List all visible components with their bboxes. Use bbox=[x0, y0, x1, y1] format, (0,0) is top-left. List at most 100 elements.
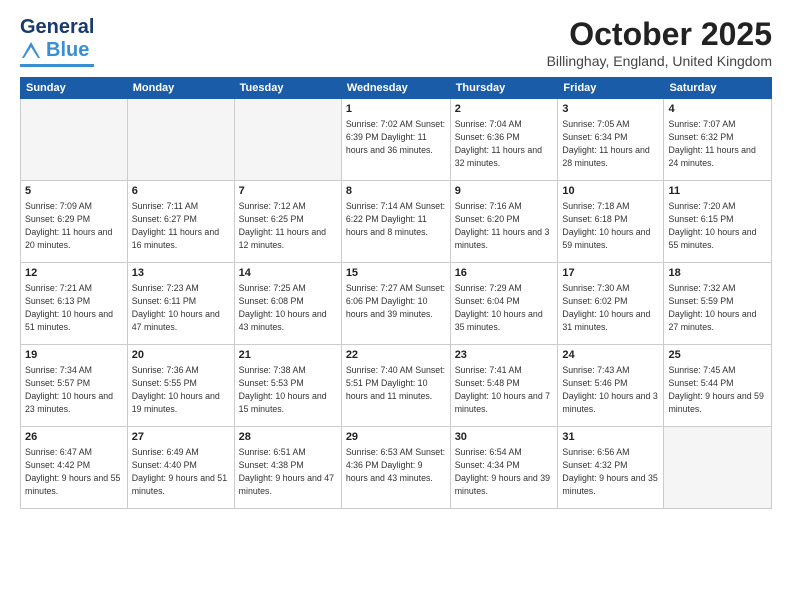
day-info: Sunrise: 7:38 AM Sunset: 5:53 PM Dayligh… bbox=[239, 364, 337, 415]
day-number: 8 bbox=[346, 184, 446, 199]
day-info: Sunrise: 7:36 AM Sunset: 5:55 PM Dayligh… bbox=[132, 364, 230, 415]
calendar-cell: 31Sunrise: 6:56 AM Sunset: 4:32 PM Dayli… bbox=[558, 427, 664, 509]
day-info: Sunrise: 7:07 AM Sunset: 6:32 PM Dayligh… bbox=[668, 118, 767, 169]
day-number: 31 bbox=[562, 430, 659, 445]
day-info: Sunrise: 6:56 AM Sunset: 4:32 PM Dayligh… bbox=[562, 446, 659, 497]
day-number: 10 bbox=[562, 184, 659, 199]
calendar-cell: 16Sunrise: 7:29 AM Sunset: 6:04 PM Dayli… bbox=[450, 263, 558, 345]
calendar-cell: 9Sunrise: 7:16 AM Sunset: 6:20 PM Daylig… bbox=[450, 181, 558, 263]
day-number: 25 bbox=[668, 348, 767, 363]
calendar-cell: 24Sunrise: 7:43 AM Sunset: 5:46 PM Dayli… bbox=[558, 345, 664, 427]
calendar-week-1: 1Sunrise: 7:02 AM Sunset: 6:39 PM Daylig… bbox=[21, 99, 772, 181]
day-info: Sunrise: 7:27 AM Sunset: 6:06 PM Dayligh… bbox=[346, 282, 446, 320]
day-info: Sunrise: 7:41 AM Sunset: 5:48 PM Dayligh… bbox=[455, 364, 554, 415]
calendar-cell: 25Sunrise: 7:45 AM Sunset: 5:44 PM Dayli… bbox=[664, 345, 772, 427]
day-info: Sunrise: 7:11 AM Sunset: 6:27 PM Dayligh… bbox=[132, 200, 230, 251]
calendar-cell: 27Sunrise: 6:49 AM Sunset: 4:40 PM Dayli… bbox=[127, 427, 234, 509]
calendar-table: Sunday Monday Tuesday Wednesday Thursday… bbox=[20, 77, 772, 509]
day-info: Sunrise: 7:12 AM Sunset: 6:25 PM Dayligh… bbox=[239, 200, 337, 251]
calendar-cell: 19Sunrise: 7:34 AM Sunset: 5:57 PM Dayli… bbox=[21, 345, 128, 427]
calendar-cell: 18Sunrise: 7:32 AM Sunset: 5:59 PM Dayli… bbox=[664, 263, 772, 345]
day-info: Sunrise: 7:20 AM Sunset: 6:15 PM Dayligh… bbox=[668, 200, 767, 251]
day-number: 15 bbox=[346, 266, 446, 281]
header-saturday: Saturday bbox=[664, 78, 772, 99]
calendar-cell: 23Sunrise: 7:41 AM Sunset: 5:48 PM Dayli… bbox=[450, 345, 558, 427]
page: General Blue October 2025 Billinghay, En… bbox=[0, 0, 792, 612]
day-number: 26 bbox=[25, 430, 123, 445]
day-number: 28 bbox=[239, 430, 337, 445]
calendar-cell: 29Sunrise: 6:53 AM Sunset: 4:36 PM Dayli… bbox=[341, 427, 450, 509]
day-number: 21 bbox=[239, 348, 337, 363]
day-number: 18 bbox=[668, 266, 767, 281]
day-info: Sunrise: 6:53 AM Sunset: 4:36 PM Dayligh… bbox=[346, 446, 446, 484]
header-thursday: Thursday bbox=[450, 78, 558, 99]
day-info: Sunrise: 7:14 AM Sunset: 6:22 PM Dayligh… bbox=[346, 200, 446, 238]
day-info: Sunrise: 7:21 AM Sunset: 6:13 PM Dayligh… bbox=[25, 282, 123, 333]
day-info: Sunrise: 7:18 AM Sunset: 6:18 PM Dayligh… bbox=[562, 200, 659, 251]
location: Billinghay, England, United Kingdom bbox=[547, 53, 772, 69]
calendar-cell: 1Sunrise: 7:02 AM Sunset: 6:39 PM Daylig… bbox=[341, 99, 450, 181]
header-sunday: Sunday bbox=[21, 78, 128, 99]
calendar-cell: 12Sunrise: 7:21 AM Sunset: 6:13 PM Dayli… bbox=[21, 263, 128, 345]
calendar-cell: 22Sunrise: 7:40 AM Sunset: 5:51 PM Dayli… bbox=[341, 345, 450, 427]
day-number: 7 bbox=[239, 184, 337, 199]
day-number: 20 bbox=[132, 348, 230, 363]
calendar-week-2: 5Sunrise: 7:09 AM Sunset: 6:29 PM Daylig… bbox=[21, 181, 772, 263]
header-friday: Friday bbox=[558, 78, 664, 99]
logo-general: General bbox=[20, 16, 94, 39]
calendar-cell: 10Sunrise: 7:18 AM Sunset: 6:18 PM Dayli… bbox=[558, 181, 664, 263]
day-number: 23 bbox=[455, 348, 554, 363]
day-number: 11 bbox=[668, 184, 767, 199]
day-info: Sunrise: 7:30 AM Sunset: 6:02 PM Dayligh… bbox=[562, 282, 659, 333]
day-number: 29 bbox=[346, 430, 446, 445]
logo-blue: Blue bbox=[46, 39, 89, 62]
calendar-cell bbox=[127, 99, 234, 181]
day-info: Sunrise: 7:32 AM Sunset: 5:59 PM Dayligh… bbox=[668, 282, 767, 333]
month-title: October 2025 bbox=[547, 16, 772, 53]
header-monday: Monday bbox=[127, 78, 234, 99]
calendar-cell: 11Sunrise: 7:20 AM Sunset: 6:15 PM Dayli… bbox=[664, 181, 772, 263]
header-wednesday: Wednesday bbox=[341, 78, 450, 99]
title-block: October 2025 Billinghay, England, United… bbox=[547, 16, 772, 69]
day-info: Sunrise: 7:09 AM Sunset: 6:29 PM Dayligh… bbox=[25, 200, 123, 251]
day-number: 1 bbox=[346, 102, 446, 117]
day-number: 3 bbox=[562, 102, 659, 117]
calendar-week-3: 12Sunrise: 7:21 AM Sunset: 6:13 PM Dayli… bbox=[21, 263, 772, 345]
day-info: Sunrise: 7:02 AM Sunset: 6:39 PM Dayligh… bbox=[346, 118, 446, 156]
day-number: 27 bbox=[132, 430, 230, 445]
calendar-cell: 15Sunrise: 7:27 AM Sunset: 6:06 PM Dayli… bbox=[341, 263, 450, 345]
calendar-week-5: 26Sunrise: 6:47 AM Sunset: 4:42 PM Dayli… bbox=[21, 427, 772, 509]
calendar-cell: 6Sunrise: 7:11 AM Sunset: 6:27 PM Daylig… bbox=[127, 181, 234, 263]
day-info: Sunrise: 7:04 AM Sunset: 6:36 PM Dayligh… bbox=[455, 118, 554, 169]
day-number: 16 bbox=[455, 266, 554, 281]
day-number: 5 bbox=[25, 184, 123, 199]
day-number: 12 bbox=[25, 266, 123, 281]
calendar-cell: 28Sunrise: 6:51 AM Sunset: 4:38 PM Dayli… bbox=[234, 427, 341, 509]
day-number: 30 bbox=[455, 430, 554, 445]
calendar-cell: 13Sunrise: 7:23 AM Sunset: 6:11 PM Dayli… bbox=[127, 263, 234, 345]
header-tuesday: Tuesday bbox=[234, 78, 341, 99]
calendar-cell: 3Sunrise: 7:05 AM Sunset: 6:34 PM Daylig… bbox=[558, 99, 664, 181]
day-info: Sunrise: 6:51 AM Sunset: 4:38 PM Dayligh… bbox=[239, 446, 337, 497]
calendar-cell bbox=[21, 99, 128, 181]
day-number: 4 bbox=[668, 102, 767, 117]
day-number: 9 bbox=[455, 184, 554, 199]
day-info: Sunrise: 7:05 AM Sunset: 6:34 PM Dayligh… bbox=[562, 118, 659, 169]
calendar-cell: 4Sunrise: 7:07 AM Sunset: 6:32 PM Daylig… bbox=[664, 99, 772, 181]
day-info: Sunrise: 6:47 AM Sunset: 4:42 PM Dayligh… bbox=[25, 446, 123, 497]
calendar-week-4: 19Sunrise: 7:34 AM Sunset: 5:57 PM Dayli… bbox=[21, 345, 772, 427]
logo: General Blue bbox=[20, 16, 94, 67]
day-number: 19 bbox=[25, 348, 123, 363]
day-number: 14 bbox=[239, 266, 337, 281]
calendar-cell: 7Sunrise: 7:12 AM Sunset: 6:25 PM Daylig… bbox=[234, 181, 341, 263]
calendar-cell bbox=[664, 427, 772, 509]
day-number: 6 bbox=[132, 184, 230, 199]
day-number: 22 bbox=[346, 348, 446, 363]
calendar-cell: 14Sunrise: 7:25 AM Sunset: 6:08 PM Dayli… bbox=[234, 263, 341, 345]
calendar-cell: 5Sunrise: 7:09 AM Sunset: 6:29 PM Daylig… bbox=[21, 181, 128, 263]
day-info: Sunrise: 7:23 AM Sunset: 6:11 PM Dayligh… bbox=[132, 282, 230, 333]
days-header-row: Sunday Monday Tuesday Wednesday Thursday… bbox=[21, 78, 772, 99]
calendar-cell: 17Sunrise: 7:30 AM Sunset: 6:02 PM Dayli… bbox=[558, 263, 664, 345]
day-info: Sunrise: 7:34 AM Sunset: 5:57 PM Dayligh… bbox=[25, 364, 123, 415]
day-info: Sunrise: 7:43 AM Sunset: 5:46 PM Dayligh… bbox=[562, 364, 659, 415]
